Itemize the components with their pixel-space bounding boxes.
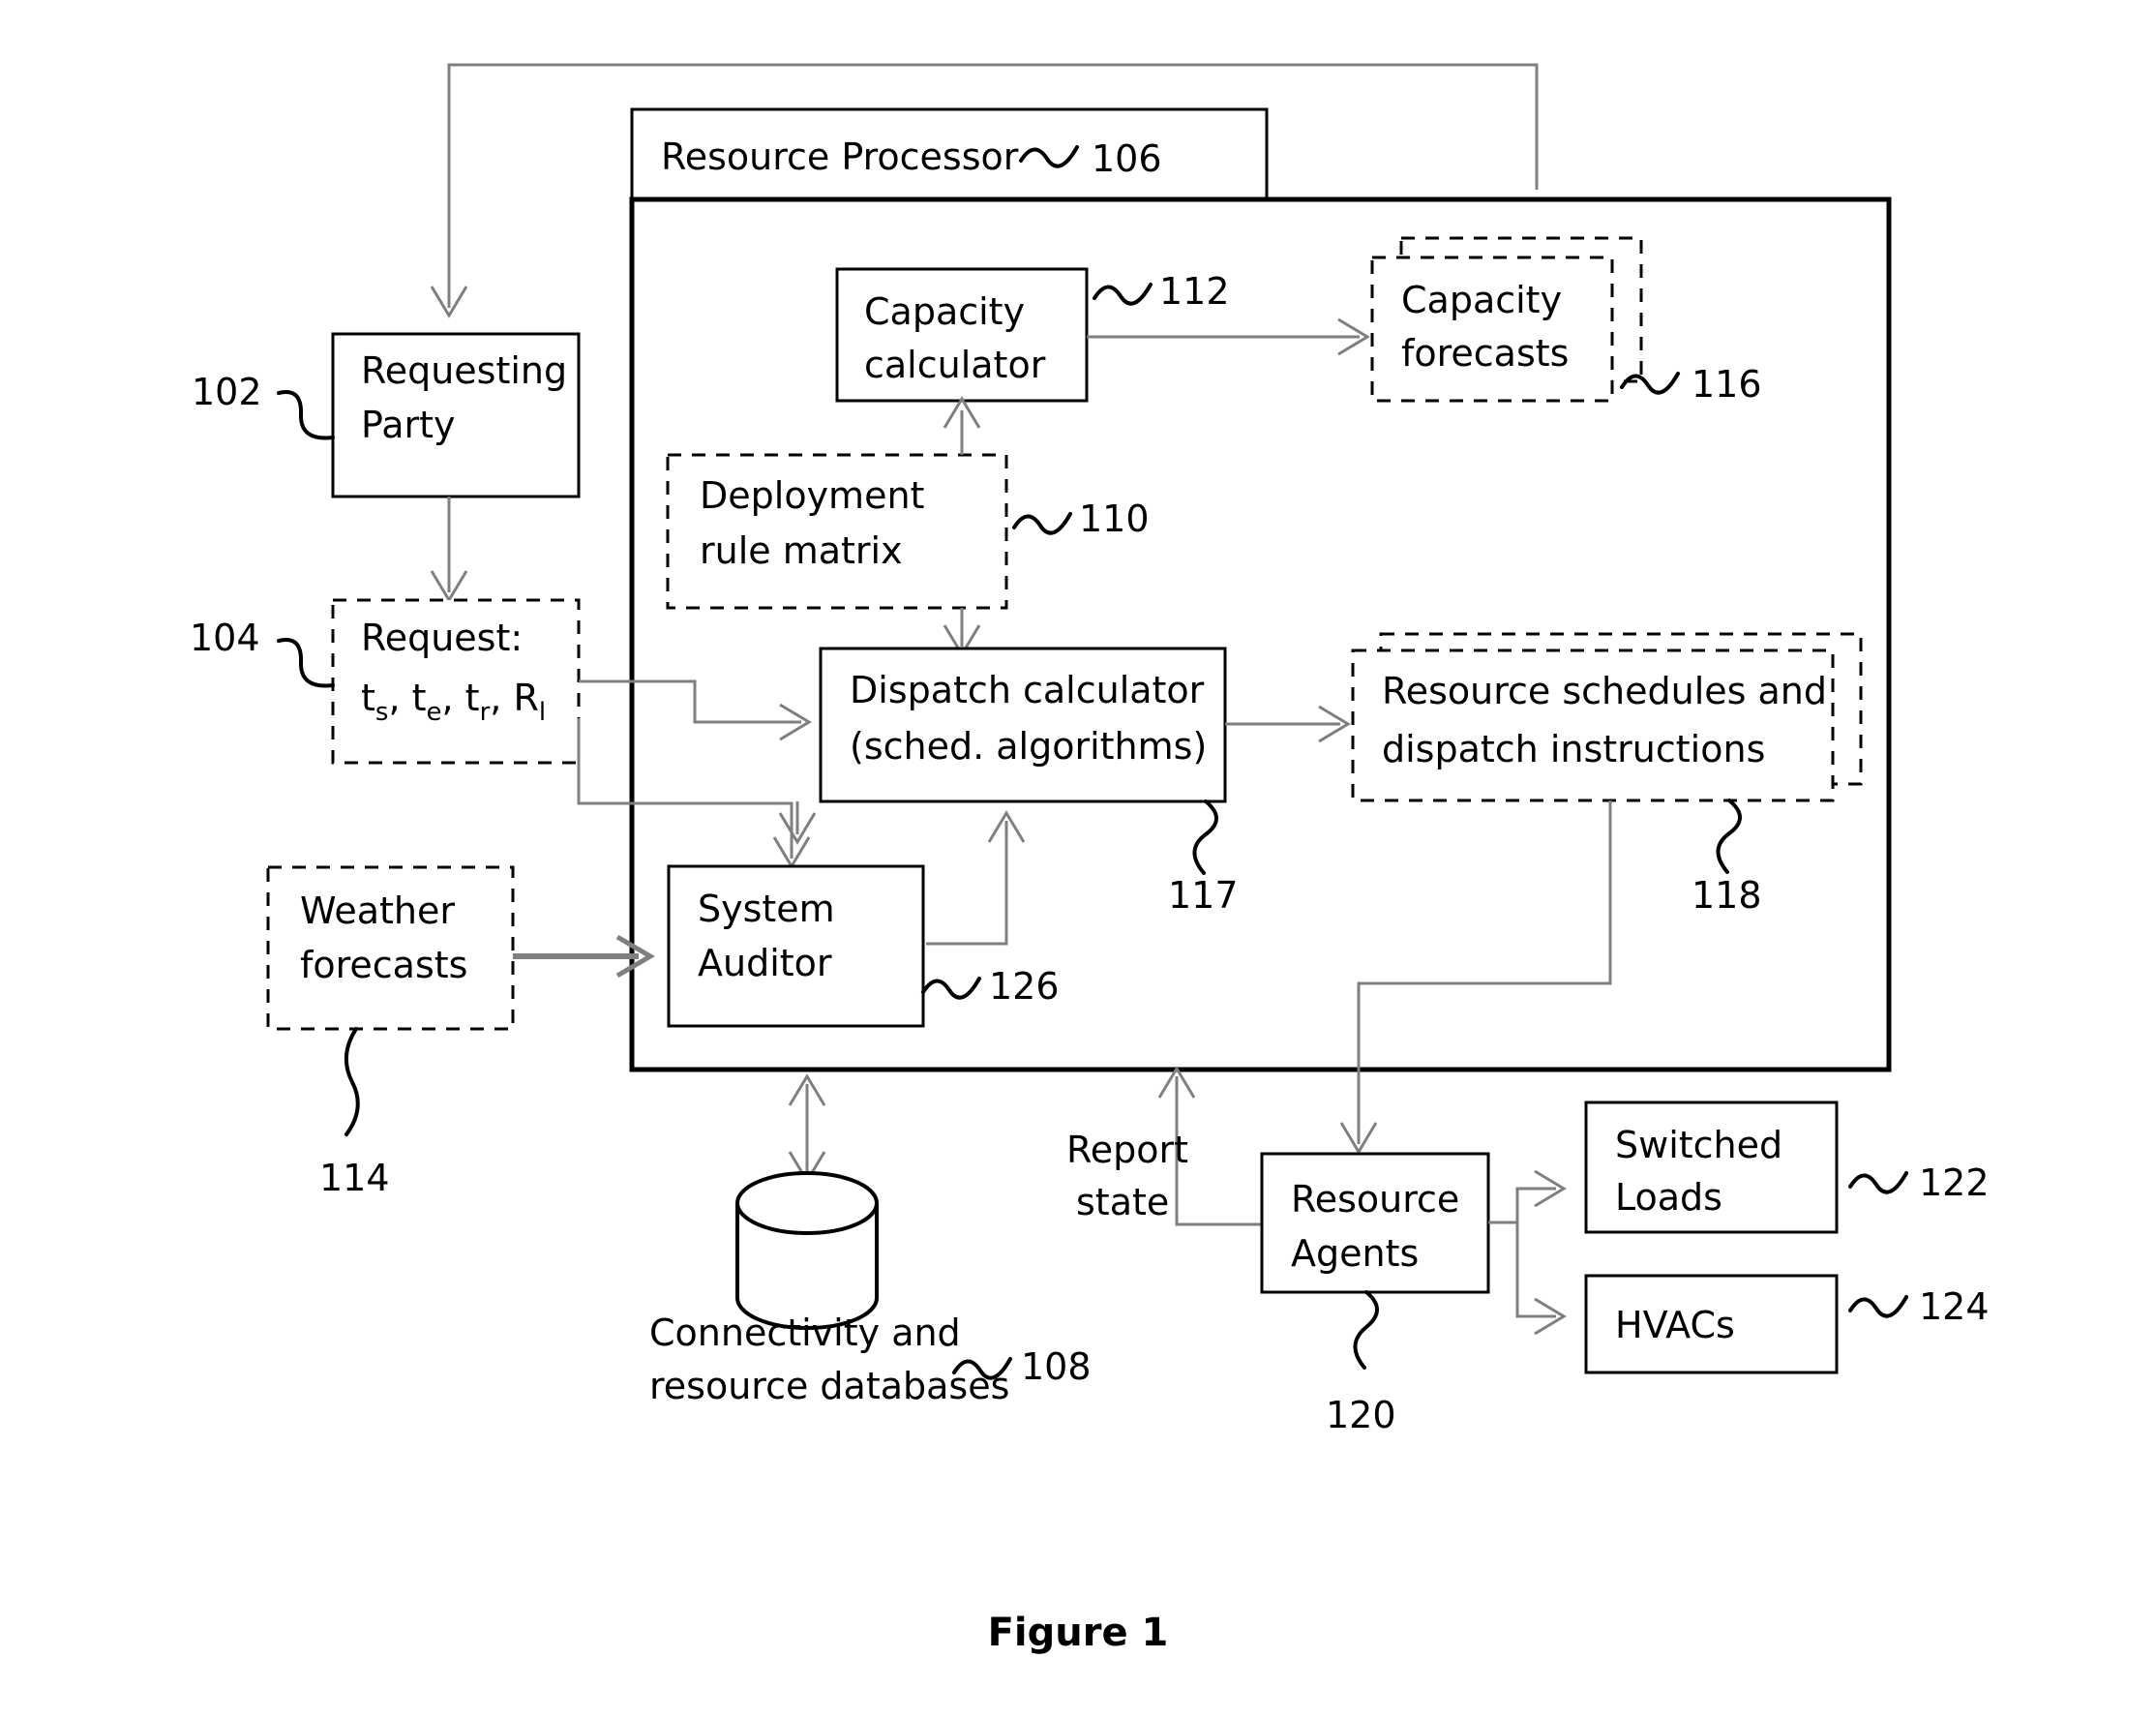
deployment-rule-matrix-line1: Deployment (700, 474, 924, 517)
system-auditor-line2: Auditor (698, 942, 832, 984)
resource-schedules-line1: Resource schedules and (1382, 670, 1827, 712)
node-requesting-party[interactable]: Requesting Party (331, 332, 581, 498)
edge-report-state: Report state (1066, 1066, 1262, 1226)
resource-processor-title: Resource Processor (661, 136, 1019, 178)
ref-102: 102 (192, 371, 335, 440)
ref-110: 110 (1012, 498, 1150, 540)
edge-capacity-calculator-to-forecasts (1087, 317, 1370, 356)
capacity-forecasts-line1: Capacity (1401, 279, 1562, 321)
edge-dispatch-to-system-auditor (778, 801, 817, 845)
databases-caption-line1: Connectivity and (649, 1312, 961, 1354)
ref-104-label: 104 (190, 617, 260, 659)
node-switched-loads[interactable]: Switched Loads (1584, 1101, 1839, 1234)
ref-117: 117 (1168, 799, 1239, 917)
ref-108-label: 108 (1021, 1345, 1092, 1388)
ref-118-label: 118 (1692, 874, 1762, 917)
node-capacity-forecasts[interactable]: Capacity forecasts (1370, 236, 1643, 403)
edge-resource-agents-to-loads (1488, 1169, 1567, 1336)
edge-request-to-system-auditor (577, 718, 811, 869)
node-dispatch-calculator[interactable]: Dispatch calculator (sched. algorithms) (819, 647, 1227, 803)
edge-system-auditor-to-dispatch (926, 810, 1026, 946)
ref-104: 104 (190, 617, 335, 688)
node-capacity-calculator[interactable]: Capacity calculator (835, 267, 1089, 403)
edge-dispatch-to-resource-schedules (1225, 705, 1351, 743)
ref-120-label: 120 (1326, 1394, 1396, 1436)
figure-caption: Figure 1 (988, 1611, 1169, 1655)
ref-116: 116 (1620, 363, 1762, 406)
hvacs-line1: HVACs (1615, 1304, 1735, 1346)
report-state-label-line2: state (1076, 1181, 1169, 1223)
ref-102-label: 102 (192, 371, 262, 413)
node-resource-schedules[interactable]: Resource schedules and dispatch instruct… (1351, 632, 1863, 802)
node-system-auditor[interactable]: System Auditor (667, 864, 925, 1028)
ref-118: 118 (1692, 799, 1762, 917)
ref-112: 112 (1093, 270, 1230, 313)
ref-124-label: 124 (1919, 1285, 1990, 1328)
ref-117-label: 117 (1168, 874, 1239, 917)
switched-loads-line1: Switched (1615, 1124, 1782, 1166)
ref-122-label: 122 (1919, 1161, 1990, 1204)
ref-122: 122 (1848, 1161, 1990, 1204)
requesting-party-line2: Party (361, 404, 456, 446)
request-line1: Request: (361, 617, 523, 659)
edge-system-auditor-to-databases (788, 1073, 826, 1184)
ref-114: 114 (319, 1027, 390, 1199)
weather-forecasts-line2: forecasts (300, 944, 467, 986)
ref-124: 124 (1848, 1285, 1990, 1328)
requesting-party-line1: Requesting (361, 349, 567, 392)
capacity-forecasts-line2: forecasts (1401, 332, 1569, 375)
deployment-rule-matrix-line2: rule matrix (700, 529, 903, 572)
edge-requesting-party-to-request (430, 497, 468, 603)
ref-106-label: 106 (1092, 137, 1162, 180)
capacity-calculator-line2: calculator (864, 344, 1046, 386)
ref-116-label: 116 (1692, 363, 1762, 406)
dispatch-calculator-line1: Dispatch calculator (850, 669, 1205, 711)
ref-112-label: 112 (1159, 270, 1230, 313)
ref-126-label: 126 (989, 965, 1060, 1008)
node-deployment-rule-matrix[interactable]: Deployment rule matrix (666, 453, 1008, 610)
system-auditor-line1: System (698, 888, 835, 930)
ref-114-label: 114 (319, 1157, 390, 1199)
report-state-label-line1: Report (1066, 1129, 1188, 1171)
capacity-calculator-line1: Capacity (864, 290, 1025, 333)
switched-loads-line2: Loads (1615, 1176, 1722, 1219)
edge-rulematrix-to-capacity-calculator (943, 396, 981, 455)
resource-agents-line2: Agents (1291, 1232, 1419, 1275)
edge-resource-schedules-to-resource-agents (1339, 800, 1612, 1155)
node-resource-agents[interactable]: Resource Agents (1260, 1152, 1490, 1294)
figure-page: Resource Processor 106 Requesting Party … (0, 0, 2156, 1719)
weather-forecasts-line1: Weather (300, 890, 455, 932)
edge-weather-to-system-auditor (513, 934, 655, 979)
node-request[interactable]: Request: ts, te, tr, Rl (331, 598, 581, 765)
resource-agents-line1: Resource (1291, 1178, 1459, 1221)
ref-120: 120 (1326, 1290, 1396, 1436)
resource-schedules-line2: dispatch instructions (1382, 728, 1765, 770)
node-weather-forecasts[interactable]: Weather forecasts (266, 865, 515, 1031)
dispatch-calculator-line2: (sched. algorithms) (850, 725, 1207, 768)
ref-110-label: 110 (1079, 498, 1150, 540)
node-hvacs[interactable]: HVACs (1584, 1274, 1839, 1374)
ref-126: 126 (921, 965, 1060, 1008)
patent-diagram: Resource Processor 106 Requesting Party … (190, 63, 1990, 1655)
edge-request-to-dispatch (579, 679, 812, 741)
